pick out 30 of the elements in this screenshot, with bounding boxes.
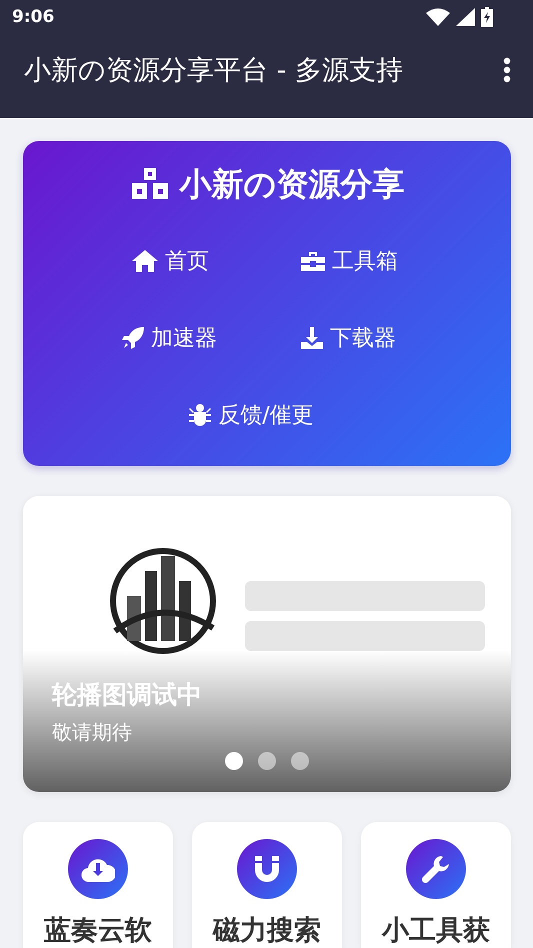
nav-link[interactable]: 反馈/催更	[188, 395, 314, 434]
toolbox-icon	[300, 250, 326, 272]
bug-icon	[188, 402, 212, 426]
rocket-icon	[121, 326, 145, 350]
more-menu-icon[interactable]	[503, 57, 511, 83]
magnet-icon	[254, 855, 280, 883]
caption-subtitle: 敬请期待	[52, 719, 133, 746]
feature-card[interactable]: 磁力搜索	[192, 822, 342, 948]
feature-card[interactable]: 小工具获	[361, 822, 511, 948]
feature-card[interactable]: 蓝奏云软	[23, 822, 173, 948]
hero-title: 小新の资源分享	[180, 164, 404, 205]
nav-link[interactable]: 加速器	[121, 318, 217, 357]
battery-icon	[481, 7, 493, 27]
app-title: 小新の资源分享平台 - 多源支持	[24, 54, 403, 88]
cloud-download-icon	[81, 856, 115, 882]
nav-link[interactable]: 下载器	[300, 318, 396, 357]
home-icon	[131, 248, 159, 272]
feature-label: 蓝奏云软	[44, 914, 152, 948]
wrench-icon	[422, 855, 450, 883]
nav-link[interactable]: 首页	[131, 241, 209, 280]
download-icon	[300, 326, 324, 350]
carousel-dot[interactable]	[258, 752, 276, 770]
feature-label: 小工具获	[382, 914, 490, 948]
feature-label: 磁力搜索	[213, 914, 321, 948]
signal-icon	[456, 8, 475, 26]
status-time: 9:06	[12, 7, 54, 27]
caption-title: 轮播图调试中	[52, 679, 203, 711]
carousel-dot[interactable]	[291, 752, 309, 770]
nav-link[interactable]: 工具箱	[300, 241, 398, 280]
wifi-icon	[426, 8, 450, 26]
